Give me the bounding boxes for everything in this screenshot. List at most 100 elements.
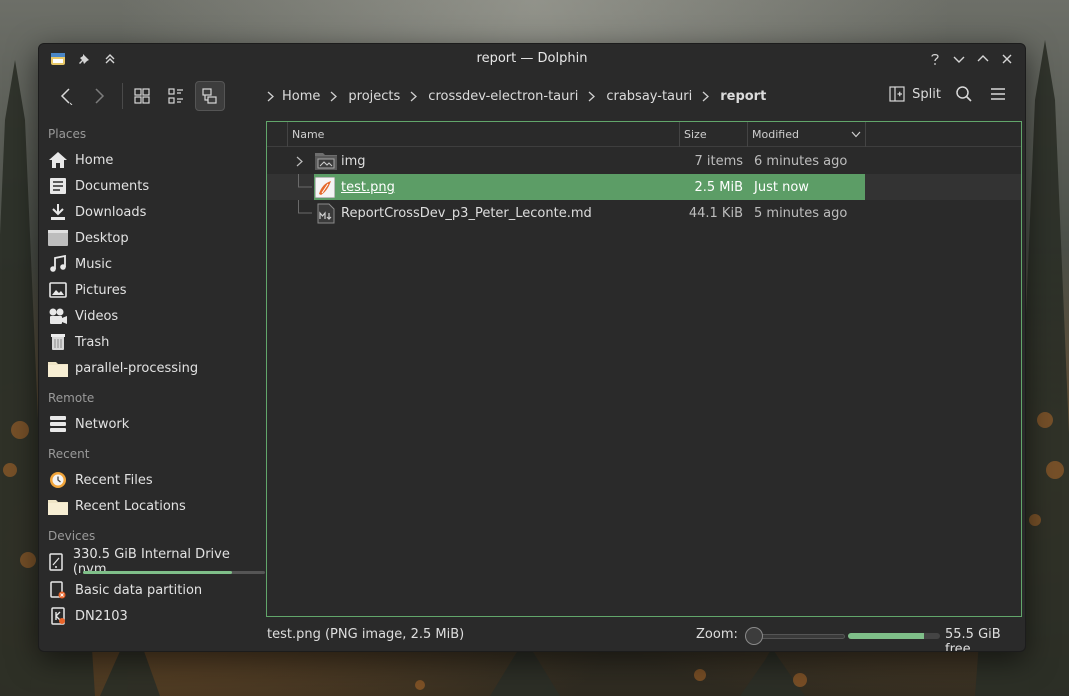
chevron-right-icon [588,91,596,102]
status-bar: test.png (PNG image, 2.5 MiB) Zoom: 55.5… [266,625,1025,651]
file-name: img [341,153,366,169]
help-icon[interactable] [925,49,945,69]
sidebar-item-label: Documents [75,178,150,194]
sidebar-item-recent-locations[interactable]: Recent Locations [47,493,259,519]
tree-line [298,200,312,214]
sidebar-item-pictures[interactable]: Pictures [47,277,259,303]
breadcrumb-home[interactable]: Home [282,89,320,104]
documents-icon [47,176,68,197]
sidebar-item-label: Recent Files [75,472,153,488]
tree-line [298,174,312,188]
file-row-test-png[interactable]: test.png 2.5 MiB Just now [267,174,1021,200]
file-list-view[interactable]: Name Size Modified img 7 items 6 minutes… [266,121,1022,617]
sidebar-item-network[interactable]: Network [47,411,259,437]
icons-view-button[interactable] [127,81,157,111]
file-size: 2.5 MiB [694,179,743,195]
network-icon [47,414,68,435]
details-view-icon [202,88,217,104]
breadcrumb-projects[interactable]: projects [348,89,400,104]
partition-icon [47,580,68,601]
sidebar-item-label: Desktop [75,230,129,246]
music-icon [47,254,68,275]
name-column-header[interactable]: Name [287,122,679,147]
markdown-file-icon [317,203,335,224]
minimize-icon[interactable] [949,49,969,69]
home-icon [47,150,68,171]
file-size: 7 items [694,153,743,169]
expand-chevron-icon[interactable] [296,156,303,167]
name-column-label: Name [292,128,325,141]
breadcrumb-report[interactable]: report [720,89,766,104]
sidebar-item-downloads[interactable]: Downloads [47,199,259,225]
folder-image-icon [315,153,337,170]
dolphin-window: report — Dolphin Home projects crossdev-… [38,43,1026,652]
file-row-img[interactable]: img 7 items 6 minutes ago [267,148,1021,174]
compact-view-icon [168,88,183,104]
breadcrumb-crabsay-tauri[interactable]: crabsay-tauri [606,89,692,104]
hamburger-menu-button[interactable] [989,85,1007,107]
places-sidebar: Places Home Documents Downloads Desktop … [39,121,265,651]
sidebar-item-videos[interactable]: Videos [47,303,259,329]
sidebar-item-recent-files[interactable]: Recent Files [47,467,259,493]
recent-section-title: Recent [48,447,90,461]
forward-button[interactable] [84,81,114,111]
file-row-markdown[interactable]: ReportCrossDev_p3_Peter_Leconte.md 44.1 … [267,200,1021,226]
column-header: Name Size Modified [267,122,1021,147]
sidebar-item-home[interactable]: Home [47,147,259,173]
close-icon[interactable] [997,49,1017,69]
usb-drive-icon [47,606,68,627]
zoom-label: Zoom: [696,627,738,642]
free-space-fill [848,633,925,639]
back-arrow-icon [60,88,73,105]
size-column-header[interactable]: Size [679,122,747,147]
breadcrumb-crossdev-electron-tauri[interactable]: crossdev-electron-tauri [428,89,578,104]
chevron-right-icon [410,91,418,102]
toolbar: Home projects crossdev-electron-tauri cr… [39,73,1025,119]
sidebar-item-documents[interactable]: Documents [47,173,259,199]
split-label: Split [912,86,941,102]
drive-capacity-fill [83,571,233,574]
sidebar-item-music[interactable]: Music [47,251,259,277]
compact-view-button[interactable] [161,81,191,111]
devices-section-title: Devices [48,529,96,543]
sidebar-item-label: Trash [75,334,110,350]
sort-chevron-down-icon[interactable] [851,131,861,138]
back-button[interactable] [51,81,81,111]
forward-arrow-icon [95,88,105,104]
sidebar-item-label: Home [75,152,114,168]
chevron-right-icon [330,91,338,102]
maximize-icon[interactable] [973,49,993,69]
sidebar-item-parallel-processing[interactable]: parallel-processing [47,355,259,381]
modified-column-label: Modified [752,128,799,141]
file-name: ReportCrossDev_p3_Peter_Leconte.md [341,205,592,221]
details-view-button[interactable] [195,81,225,111]
search-button[interactable] [955,85,973,107]
sidebar-item-label: DN2103 [75,608,128,624]
remote-section-title: Remote [48,391,95,405]
trash-icon [47,332,68,353]
search-icon [956,86,972,102]
breadcrumb: Home projects crossdev-electron-tauri cr… [267,89,766,104]
sidebar-item-desktop[interactable]: Desktop [47,225,259,251]
drive-icon [47,552,66,573]
desktop-icon [47,228,68,249]
recent-files-icon [47,470,68,491]
pictures-icon [47,280,68,301]
drive-capacity-bar [83,571,265,574]
sidebar-item-internal-drive[interactable]: 330.5 GiB Internal Drive (nvm... [47,547,265,577]
sidebar-item-label: parallel-processing [75,360,199,376]
sidebar-item-label: Basic data partition [75,582,203,598]
chevron-right-icon [267,91,274,102]
sidebar-item-label: Pictures [75,282,127,298]
sidebar-item-trash[interactable]: Trash [47,329,259,355]
modified-column-header[interactable]: Modified [747,122,865,147]
size-column-label: Size [684,128,707,141]
sidebar-item-dn2103[interactable]: DN2103 [47,603,259,629]
toolbar-separator [122,83,123,109]
sidebar-item-basic-data-partition[interactable]: Basic data partition [47,577,259,603]
zoom-slider-handle[interactable] [744,627,763,645]
sidebar-item-label: Music [75,256,112,272]
image-file-icon [315,177,335,198]
split-button[interactable]: Split [889,86,941,102]
window-title: report — Dolphin [476,51,588,66]
